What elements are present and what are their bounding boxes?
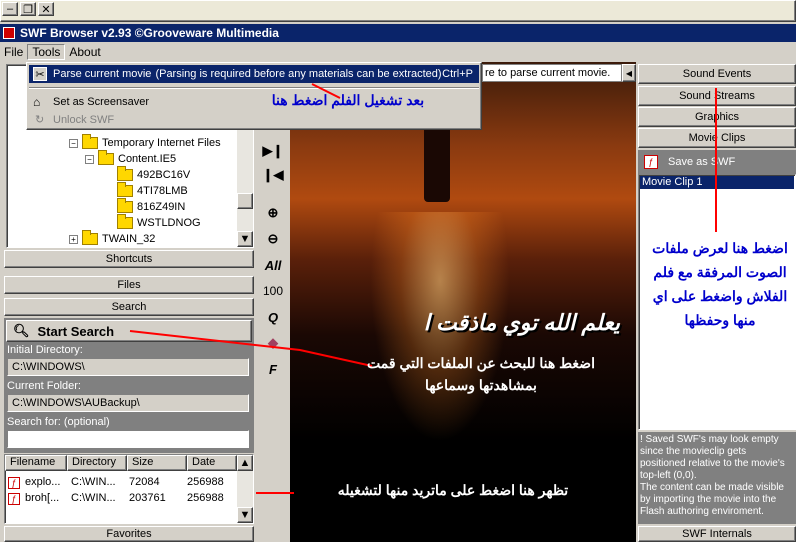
annotation-sounds: اضغط هنا لعرض ملفات الصوت المرفقة مع فلم… (652, 240, 788, 328)
annotation-results: تظهر هنا اضغط على ماتريد منها لتشغيله (337, 482, 569, 498)
annotation-line-search (129, 330, 373, 367)
annotation-search: اضغط هنا للبحث عن الملفات التي قمت بمشاه… (367, 355, 595, 393)
annotation-parse: بعد تشغيل الفلم اضغط هنا (271, 92, 425, 108)
